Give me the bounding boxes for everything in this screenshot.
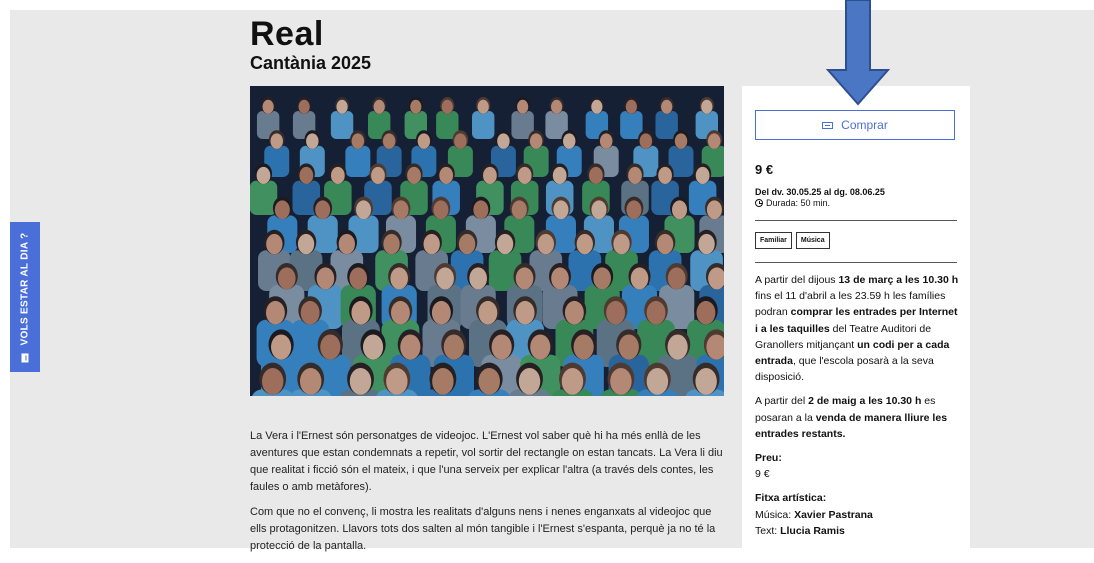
- tag-familiar[interactable]: Familiar: [755, 232, 792, 249]
- sales-info-1: A partir del dijous 13 de març a les 10.…: [755, 274, 959, 384]
- text-credit: Llucia Ramis: [780, 524, 845, 537]
- price-info: Preu: 9 €: [755, 450, 959, 482]
- tag-list: Familiar Música: [755, 232, 830, 249]
- newsletter-side-tab[interactable]: VOLS ESTAR AL DIA ?: [10, 222, 40, 372]
- duration-text: Durada: 50 min.: [766, 198, 831, 208]
- event-title: Real: [250, 15, 324, 53]
- arrow-down-icon: [826, 0, 890, 106]
- event-photo: [250, 86, 724, 396]
- ticket-panel: Comprar 9 € Del dv. 30.05.25 al dg. 08.0…: [742, 86, 970, 556]
- artistic-credits-label: Fitxa artística:: [755, 492, 827, 505]
- event-duration: Durada: 50 min.: [755, 197, 830, 209]
- artistic-credits: Fitxa artística: Música: Xavier Pastrana…: [755, 490, 959, 539]
- clock-icon: [755, 199, 763, 207]
- newsletter-tab-label: VOLS ESTAR AL DIA ?: [19, 232, 31, 345]
- divider: [755, 220, 957, 221]
- event-info: A partir del dijous 13 de març a les 10.…: [755, 272, 959, 547]
- sales-info-2: A partir del 2 de maig a les 10.30 h es …: [755, 395, 948, 440]
- buy-button[interactable]: Comprar: [755, 110, 955, 140]
- tag-musica[interactable]: Música: [795, 232, 830, 249]
- buy-button-label: Comprar: [841, 118, 888, 132]
- music-credit: Xavier Pastrana: [794, 508, 873, 521]
- event-subtitle: Cantània 2025: [250, 53, 372, 73]
- ticket-icon: [822, 121, 834, 129]
- event-description: La Vera i l'Ernest són personatges de vi…: [250, 428, 725, 563]
- price-info-label: Preu:: [755, 452, 782, 465]
- mail-icon: [21, 352, 29, 362]
- description-paragraph-1: La Vera i l'Ernest són personatges de vi…: [250, 430, 723, 493]
- price-info-value: 9 €: [755, 468, 770, 481]
- price: 9 €: [755, 162, 774, 177]
- divider: [755, 262, 957, 263]
- description-paragraph-2: Com que no el convenç, li mostra les rea…: [250, 506, 716, 552]
